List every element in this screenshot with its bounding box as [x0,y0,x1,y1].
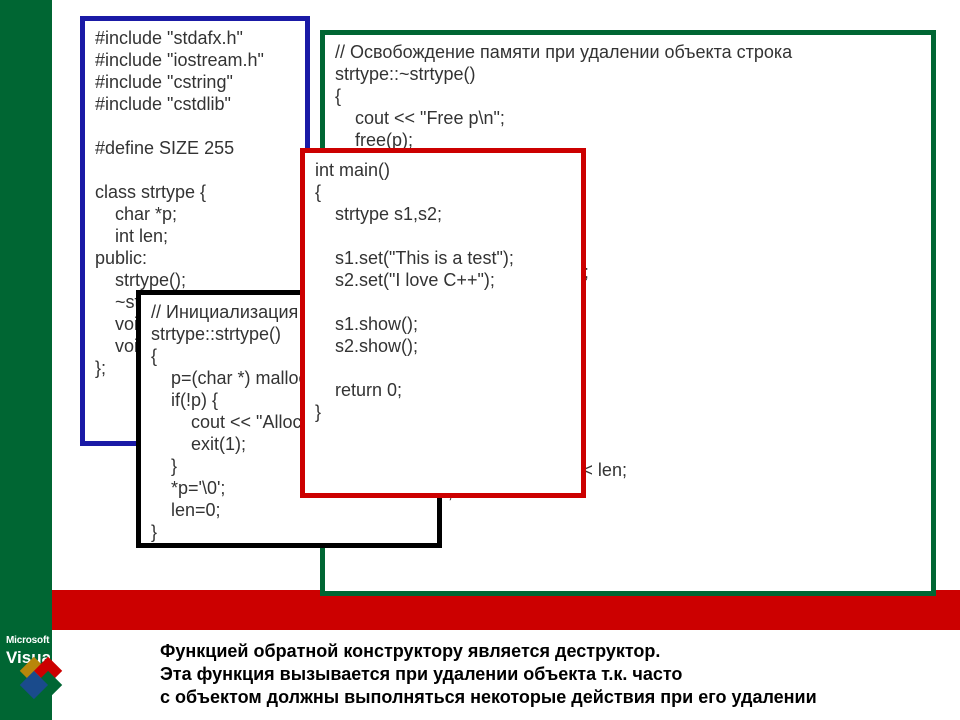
logo-brand: Microsoft [6,635,49,646]
code-box-main: int main() { strtype s1,s2; s1.set("This… [300,148,586,498]
left-green-bar [0,0,52,720]
caption-line-2: Эта функция вызывается при удалении объе… [160,663,950,686]
red-horizontal-bar [52,590,960,630]
caption-line-1: Функцией обратной конструктору является … [160,640,950,663]
visual-studio-logo: Microsoft Visual Studio [6,630,126,668]
slide-caption: Функцией обратной конструктору является … [160,640,950,709]
logo-product: Visual Studio [6,648,113,667]
caption-line-3: с объектом должны выполняться некоторые … [160,686,950,709]
